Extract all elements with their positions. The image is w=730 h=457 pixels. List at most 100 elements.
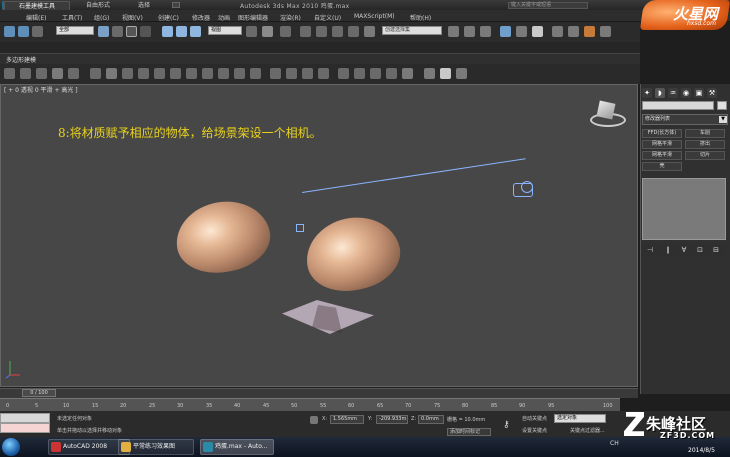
twist-icon[interactable] (154, 68, 165, 79)
redo-icon[interactable] (18, 26, 29, 37)
ribbon-panel-label[interactable]: 多边形建模 (6, 55, 36, 64)
modifier-list-dropdown[interactable]: 修改器列表 (642, 114, 728, 125)
tray-date[interactable]: 2014/8/5 (688, 447, 715, 454)
modifier-stack[interactable] (642, 178, 726, 240)
chevron-down-icon[interactable]: ▼ (719, 116, 727, 123)
undo-icon[interactable] (4, 26, 15, 37)
slice-icon[interactable] (370, 68, 381, 79)
sphere-icon[interactable] (20, 68, 31, 79)
stretch-icon[interactable] (202, 68, 213, 79)
object-name-field[interactable] (642, 101, 714, 110)
modifier-button-meshsmooth[interactable]: 网格平滑 (642, 140, 682, 149)
window-crossing-icon[interactable] (140, 26, 151, 37)
rotate-icon[interactable] (176, 26, 187, 37)
align-icon[interactable] (464, 26, 475, 37)
ripple-icon[interactable] (354, 68, 365, 79)
schematic-view-icon[interactable] (516, 26, 527, 37)
scale-icon[interactable] (190, 26, 201, 37)
selection-lock-icon[interactable] (310, 416, 318, 424)
menu-customize[interactable]: 自定义(U) (314, 13, 341, 22)
box-icon[interactable] (52, 68, 63, 79)
viewport-config-icon[interactable] (456, 68, 467, 79)
y-coord-field[interactable]: -209.933m (376, 415, 408, 424)
percent-snap-icon[interactable] (332, 26, 343, 37)
symmetry-icon[interactable] (318, 68, 329, 79)
snap-toggle-icon[interactable] (300, 26, 311, 37)
modifier-button-ffd[interactable]: FFD(长方体) (642, 129, 682, 138)
maxscript-output[interactable] (0, 423, 50, 433)
ribbon-minimize-button[interactable] (172, 2, 180, 8)
selection-filter-dropdown[interactable]: 全部 (56, 26, 94, 35)
spinner-snap-icon[interactable] (348, 26, 359, 37)
set-key-icon[interactable]: ⚷ (503, 420, 510, 430)
camera-target[interactable] (296, 224, 304, 232)
tab-freeform[interactable]: 自由形式 (80, 1, 116, 10)
extrude-icon[interactable] (270, 68, 281, 79)
cone-icon[interactable] (36, 68, 47, 79)
quick-render-icon[interactable] (440, 68, 451, 79)
set-key-button[interactable]: 设置关键点 (522, 427, 547, 434)
menu-group[interactable]: 组(G) (94, 13, 109, 22)
tab-selection[interactable]: 选择 (132, 1, 156, 10)
sweep-icon[interactable] (122, 68, 133, 79)
menu-graph-editors[interactable]: 图形编辑器 (238, 13, 268, 22)
selected-objects-dropdown[interactable]: 选定对象 (554, 414, 606, 423)
curve-editor-icon[interactable] (500, 26, 511, 37)
modifier-button-slice[interactable]: 切片 (685, 151, 725, 160)
display-tab-icon[interactable]: ▣ (694, 88, 704, 98)
time-slider[interactable] (0, 388, 638, 398)
smooth-icon[interactable] (302, 68, 313, 79)
render-icon[interactable] (584, 26, 595, 37)
menu-view[interactable]: 视图(V) (122, 13, 143, 22)
menu-rendering[interactable]: 渲染(R) (280, 13, 301, 22)
bend-icon[interactable] (138, 68, 149, 79)
tab-graphite-modeling[interactable]: 石墨建模工具 (4, 1, 70, 10)
teapot-icon[interactable] (4, 68, 15, 79)
rect-selection-icon[interactable] (126, 26, 137, 37)
show-end-result-icon[interactable]: ∥ (664, 246, 672, 254)
help-search-input[interactable]: 键入关键字或短语 (508, 2, 588, 9)
uvw-map-icon[interactable] (402, 68, 413, 79)
mesh-smooth-icon[interactable] (386, 68, 397, 79)
key-filters-button[interactable]: 关键点过滤器... (570, 427, 605, 434)
activeshade-icon[interactable] (600, 26, 611, 37)
material-editor-icon[interactable] (532, 26, 543, 37)
time-slider-thumb[interactable]: 0 / 100 (22, 389, 56, 397)
modifier-button-extrude[interactable]: 挤出 (685, 140, 725, 149)
rendered-frame-icon[interactable] (568, 26, 579, 37)
named-selection-dropdown[interactable]: 创建选择集 (382, 26, 442, 35)
menu-help[interactable]: 帮助(H) (410, 13, 431, 22)
wave-icon[interactable] (338, 68, 349, 79)
render-setup-icon[interactable] (552, 26, 563, 37)
menu-tools[interactable]: 工具(T) (62, 13, 82, 22)
mirror-icon[interactable] (448, 26, 459, 37)
modifier-button-shell[interactable]: 壳 (642, 162, 682, 171)
viewport-label[interactable]: [ + 0 透视 0 平滑 + 高光 ] (4, 85, 78, 94)
object-color-swatch[interactable] (717, 101, 727, 110)
modifier-button-meshsmooth-2[interactable]: 网格平滑 (642, 151, 682, 160)
move-icon[interactable] (162, 26, 173, 37)
lathe-icon[interactable] (106, 68, 117, 79)
angle-snap-icon[interactable] (316, 26, 327, 37)
create-tab-icon[interactable]: ✦ (642, 88, 652, 98)
input-language-indicator[interactable]: CH (610, 440, 619, 447)
auto-key-button[interactable]: 自动关键点 (522, 415, 547, 422)
reference-coordinate-dropdown[interactable]: 视图 (208, 26, 242, 35)
z-coord-field[interactable]: 0.0mm (418, 415, 444, 424)
menu-edit[interactable]: 编辑(E) (26, 13, 46, 22)
hierarchy-tab-icon[interactable]: ♒ (668, 88, 678, 98)
noise-icon[interactable] (186, 68, 197, 79)
select-by-name-icon[interactable] (112, 26, 123, 37)
manipulate-icon[interactable] (262, 26, 273, 37)
pivot-icon[interactable] (246, 26, 257, 37)
select-object-icon[interactable] (98, 26, 109, 37)
bevel-icon[interactable] (286, 68, 297, 79)
maxscript-listener-input[interactable] (0, 413, 50, 423)
remove-modifier-icon[interactable]: ⊡ (696, 246, 704, 254)
lattice-icon[interactable] (234, 68, 245, 79)
start-button[interactable] (2, 438, 20, 456)
shell-icon[interactable] (250, 68, 261, 79)
pin-stack-icon[interactable]: ⊣ (646, 246, 654, 254)
make-unique-icon[interactable]: ∀ (680, 246, 688, 254)
taper-icon[interactable] (170, 68, 181, 79)
